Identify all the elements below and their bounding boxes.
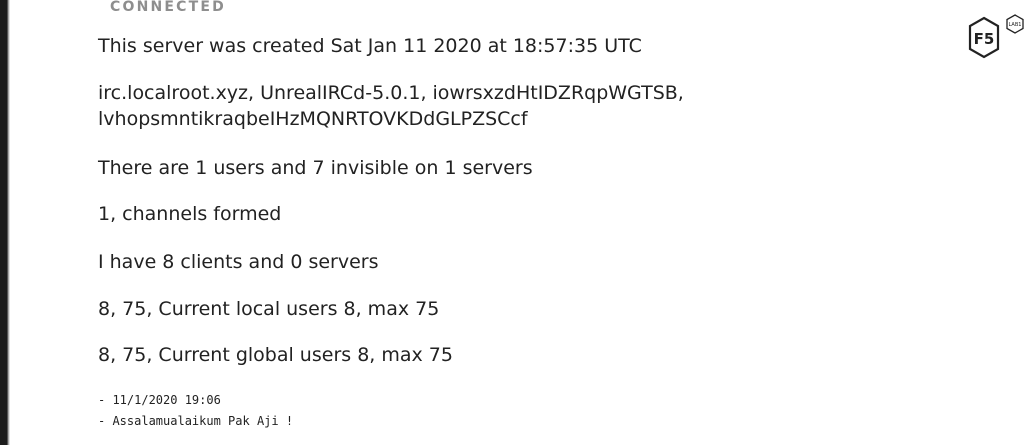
message-line: 8, 75, Current local users 8, max 75 (98, 298, 440, 320)
message-line: 1, channels formed (98, 203, 282, 225)
message-line: lvhopsmntikraqbeIHzMQNRTOVKDdGLPZSCcf (98, 108, 528, 130)
message-line: 8, 75, Current global users 8, max 75 (98, 344, 453, 366)
message-server-created: This server was created Sat Jan 11 2020 … (98, 33, 642, 59)
f5-lab-logo: F5 LAB1 (968, 14, 1024, 59)
logo-badge-text: LAB1 (1009, 22, 1022, 28)
log-timestamp: - 11/1/2020 19:06 (98, 393, 221, 407)
irc-client-page: CONNECTED This server was created Sat Ja… (0, 0, 1034, 445)
message-server-info: irc.localroot.xyz, UnrealIRCd-5.0.1, iow… (98, 80, 684, 132)
message-line: This server was created Sat Jan 11 2020 … (98, 35, 642, 57)
left-window-edge (0, 0, 10, 445)
message-users: There are 1 users and 7 invisible on 1 s… (98, 155, 533, 181)
message-channels: 1, channels formed (98, 201, 281, 227)
message-clients: I have 8 clients and 0 servers (98, 249, 379, 275)
message-line: There are 1 users and 7 invisible on 1 s… (98, 157, 533, 179)
logo-main-text: F5 (974, 30, 995, 48)
message-line: I have 8 clients and 0 servers (98, 251, 379, 273)
message-local-users: 8, 75, Current local users 8, max 75 (98, 296, 439, 322)
message-global-users: 8, 75, Current global users 8, max 75 (98, 342, 453, 368)
log-message: - Assalamualaikum Pak Aji ! (98, 414, 294, 428)
message-line: irc.localroot.xyz, UnrealIRCd-5.0.1, iow… (98, 82, 684, 104)
connection-status: CONNECTED (110, 0, 226, 15)
